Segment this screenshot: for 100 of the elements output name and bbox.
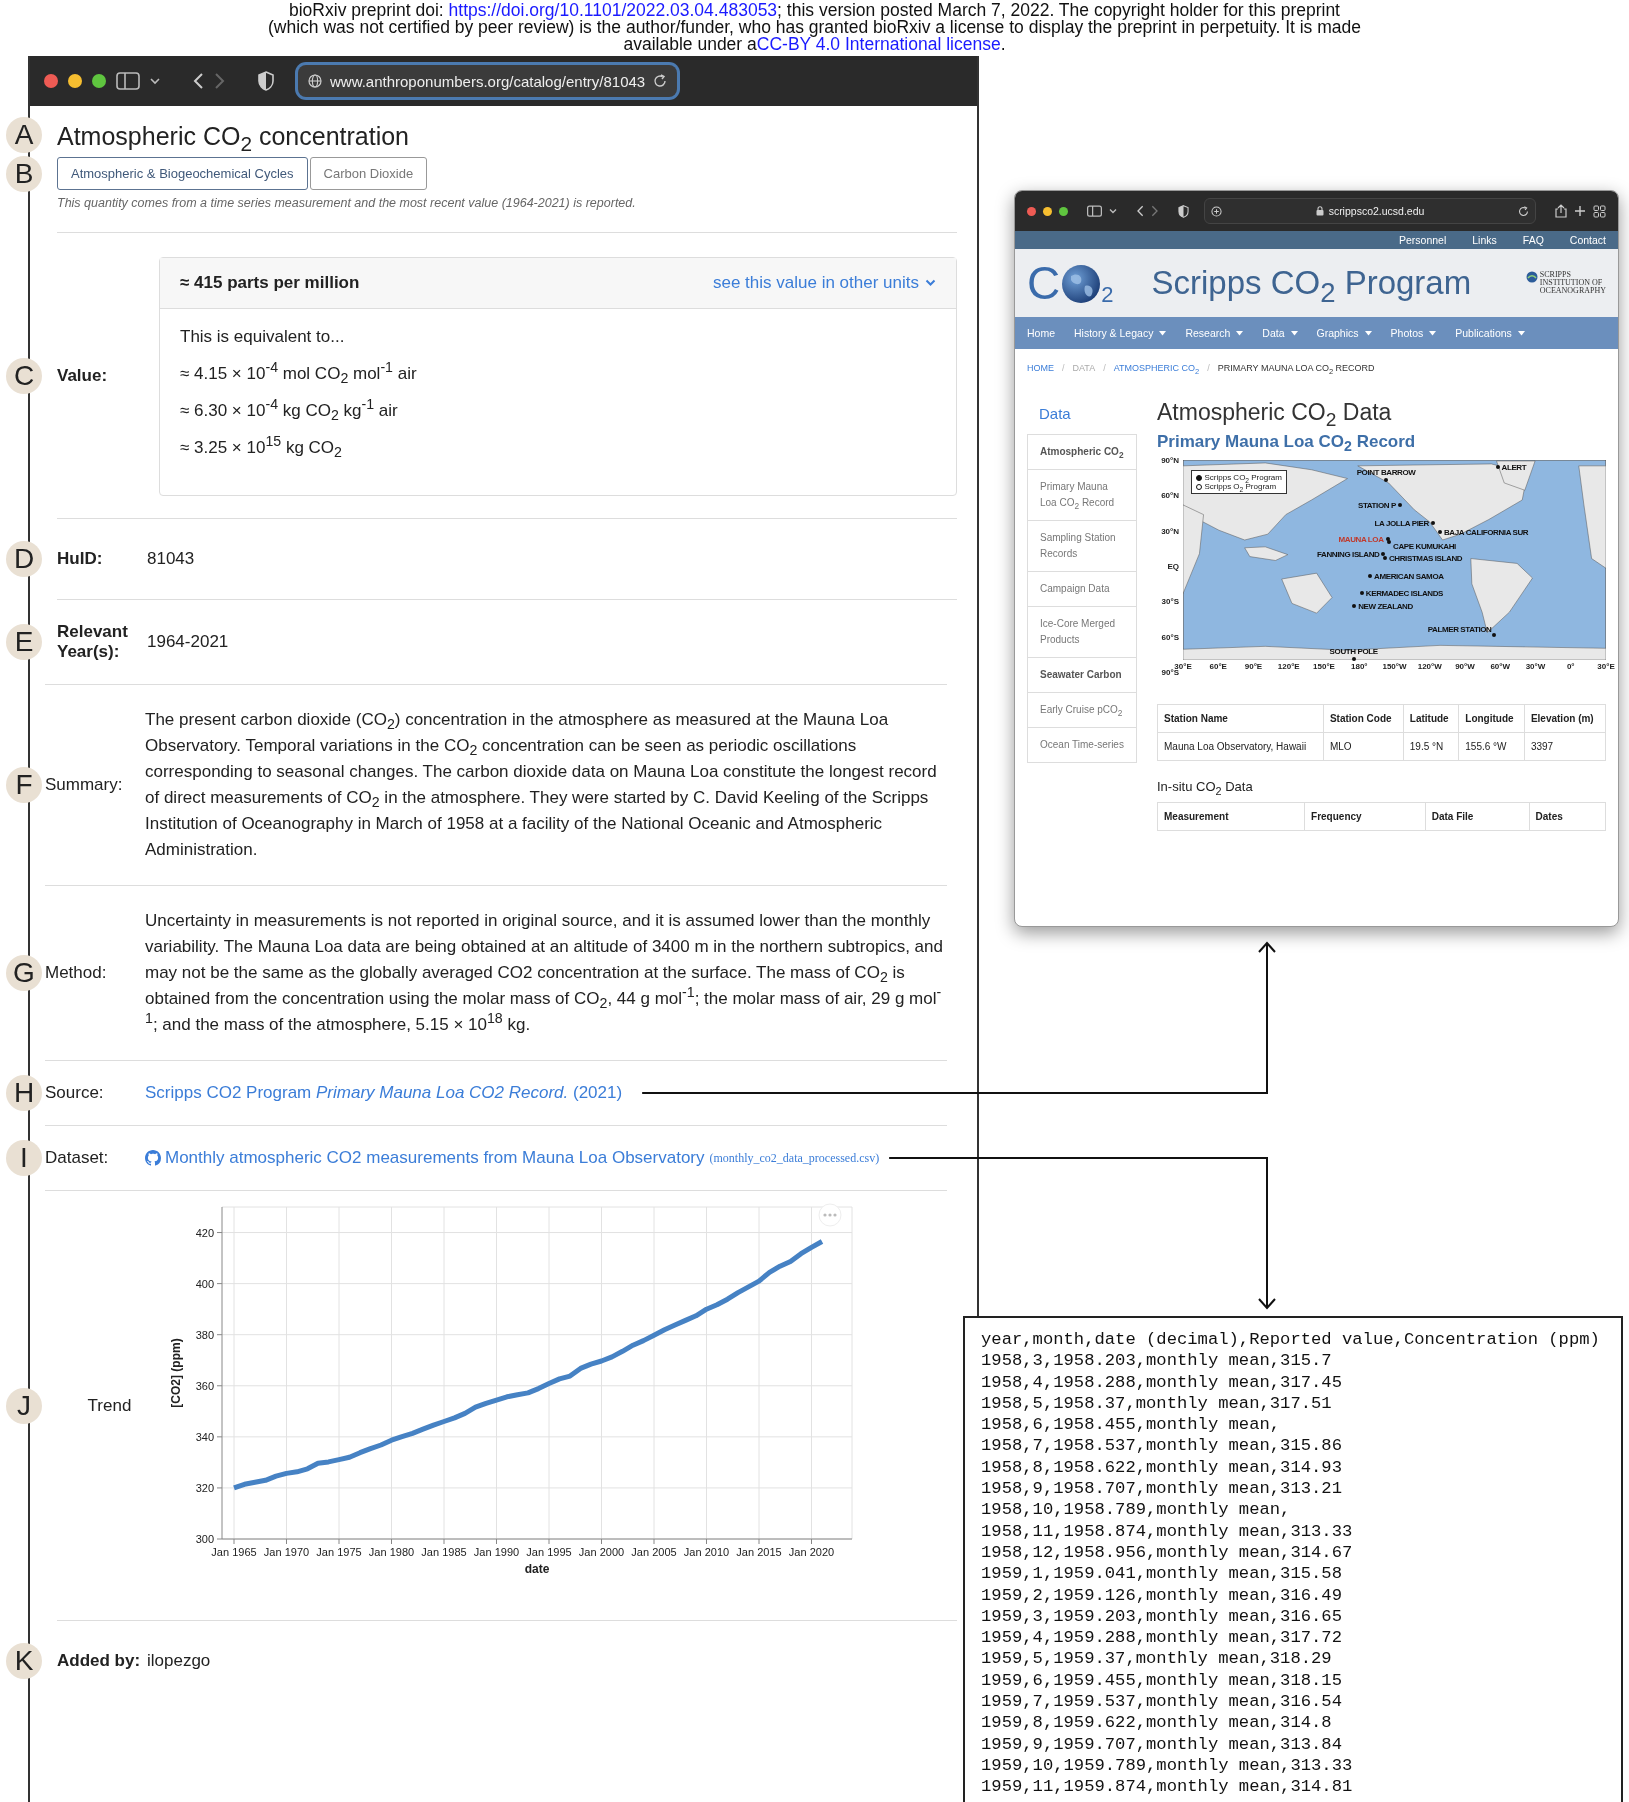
nav-item[interactable]: Graphics bbox=[1316, 327, 1372, 339]
csv-line: year,month,date (decimal),Reported value,Concentration (ppm) bbox=[981, 1329, 1601, 1351]
breadcrumb-separator: / bbox=[1207, 363, 1210, 373]
top-link[interactable]: Personnel bbox=[1399, 234, 1447, 246]
station-label: LA JOLLA PIER bbox=[1374, 518, 1429, 528]
station-dot bbox=[1352, 604, 1357, 609]
breadcrumb-item[interactable]: DATA bbox=[1072, 363, 1096, 373]
add-icon[interactable] bbox=[1211, 205, 1222, 217]
units-dropdown-link[interactable]: see this value in other units bbox=[713, 273, 936, 293]
y-tick-label: 380 bbox=[195, 1328, 214, 1341]
share-icon[interactable] bbox=[1555, 204, 1567, 218]
csv-line: 1959,3,1959.203,monthly mean,316.65 bbox=[981, 1605, 1343, 1628]
caret-icon bbox=[1364, 330, 1372, 336]
site-title: Scripps CO$_{2}$ Program bbox=[1151, 264, 1472, 302]
reload-icon[interactable] bbox=[1518, 205, 1529, 217]
tab-overview-icon[interactable] bbox=[1593, 204, 1606, 218]
sidebar-item[interactable]: Primary Mauna Loa CO$_{2}$ Record bbox=[1028, 469, 1136, 520]
chevron-down-icon[interactable] bbox=[1109, 208, 1117, 214]
nav-item[interactable]: History & Legacy bbox=[1074, 327, 1167, 339]
breadcrumb-item[interactable]: ATMOSPHERIC CO$_{2}$ bbox=[1113, 363, 1200, 373]
sidebar-item[interactable]: Early Cruise pCO$_{2}$ bbox=[1028, 692, 1136, 727]
institution-logo-icon bbox=[1525, 271, 1538, 283]
breadcrumb-item[interactable]: PRIMARY MAUNA LOA CO$_{2}$ RECORD bbox=[1217, 363, 1375, 373]
forward-icon[interactable] bbox=[1151, 205, 1159, 217]
y-axis-title: [CO2] (ppm) bbox=[169, 1338, 183, 1408]
notice-link[interactable]: https://doi.org/10.1101/2022.03.04.483053 bbox=[448, 0, 778, 20]
longitude-label: 60°E bbox=[1209, 662, 1227, 671]
reload-icon[interactable] bbox=[653, 74, 668, 88]
sidebar-item[interactable]: Sampling Station Records bbox=[1028, 520, 1136, 571]
column-header: Station Code bbox=[1323, 704, 1404, 733]
sidebar-item[interactable]: Atmospheric CO$_{2}$ bbox=[1028, 435, 1136, 469]
station-dot bbox=[1368, 573, 1373, 578]
back-icon[interactable] bbox=[192, 72, 204, 90]
close-button[interactable] bbox=[44, 74, 58, 88]
minimize-button[interactable] bbox=[1043, 206, 1052, 216]
field-label: Source: bbox=[45, 1083, 105, 1103]
sidebar-item[interactable]: Campaign Data bbox=[1028, 571, 1136, 606]
column-header: Elevation (m) bbox=[1524, 704, 1606, 733]
maximize-button[interactable] bbox=[1059, 206, 1068, 216]
chevron-down-icon[interactable] bbox=[150, 77, 160, 85]
breadcrumb-item[interactable]: HOME bbox=[1027, 363, 1054, 373]
table-cell: 3397 bbox=[1524, 732, 1606, 761]
station-label: MAUNA LOA bbox=[1338, 534, 1384, 544]
x-tick-label: Jan 2020 bbox=[788, 1546, 835, 1558]
category-tag[interactable]: Carbon Dioxide bbox=[309, 157, 428, 190]
latitude-label: EQ bbox=[1167, 561, 1179, 571]
column-header: Data File bbox=[1425, 802, 1530, 831]
csv-line: 1959,5,1959.37,monthly mean,318.29 bbox=[981, 1648, 1333, 1670]
dataset-filename[interactable]: (monthly_co2_data_processed.csv) bbox=[709, 1150, 880, 1166]
close-button[interactable] bbox=[1027, 206, 1036, 216]
source-link[interactable]: Scripps CO2 Program Primary Mauna Loa CO2 Record. (2021) bbox=[145, 1083, 623, 1103]
panel-marker: D bbox=[6, 541, 42, 577]
station-dot bbox=[1495, 465, 1500, 470]
new-tab-icon[interactable] bbox=[1574, 205, 1586, 217]
station-label: SOUTH POLE bbox=[1329, 647, 1378, 657]
station-label: BAJA CALIFORNIA SUR bbox=[1444, 527, 1529, 537]
csv-line: 1959,4,1959.288,monthly mean,317.72 bbox=[981, 1627, 1343, 1649]
category-tag[interactable]: Atmospheric & Biogeochemical Cycles bbox=[57, 157, 308, 190]
legend-label: Scripps O$_{2}$ Program bbox=[1204, 482, 1277, 491]
x-tick-label: Jan 2005 bbox=[631, 1546, 677, 1558]
csv-line: 1958,3,1958.203,monthly mean,315.7 bbox=[981, 1350, 1333, 1372]
shield-icon[interactable] bbox=[258, 71, 274, 91]
address-bar[interactable]: scrippsco2.ucsd.edu bbox=[1204, 198, 1536, 224]
equivalent-value: ≈ 6.30 × 10$^{-4}$ kg CO$_{2}$ kg$^{-1}$ air bbox=[180, 401, 399, 421]
institution-name: INSTITUTION OF bbox=[1539, 279, 1604, 287]
dataset-link[interactable]: Monthly atmospheric CO2 measurements from Mauna Loa Observatory bbox=[145, 1148, 705, 1168]
nav-item[interactable]: Home bbox=[1027, 327, 1055, 339]
minimize-button[interactable] bbox=[68, 74, 82, 88]
csv-line: 1958,4,1958.288,monthly mean,317.45 bbox=[981, 1371, 1343, 1393]
x-tick-label: Jan 2010 bbox=[683, 1546, 730, 1558]
station-dot bbox=[1384, 478, 1388, 483]
maximize-button[interactable] bbox=[92, 74, 106, 88]
x-axis-title: date bbox=[524, 1562, 550, 1576]
panel-marker: I bbox=[6, 1140, 42, 1176]
sidebar-icon[interactable] bbox=[116, 72, 140, 90]
nav-item[interactable]: Photos bbox=[1390, 327, 1437, 339]
sidebar-icon[interactable] bbox=[1087, 205, 1102, 217]
nav-item[interactable]: Research bbox=[1185, 327, 1244, 339]
sidebar-item[interactable]: Ocean Time-series bbox=[1028, 727, 1136, 762]
top-link[interactable]: FAQ bbox=[1522, 234, 1544, 246]
nav-item[interactable]: Data bbox=[1262, 327, 1298, 339]
shield-icon[interactable] bbox=[1178, 204, 1189, 218]
nav-item[interactable]: Publications bbox=[1455, 327, 1525, 339]
station-label: ALERT bbox=[1501, 462, 1527, 472]
back-icon[interactable] bbox=[1136, 205, 1144, 217]
x-tick-label: Jan 1965 bbox=[211, 1546, 257, 1558]
sidebar-item[interactable]: Seawater Carbon bbox=[1028, 657, 1136, 692]
csv-line: 1958,10,1958.789,monthly mean, bbox=[981, 1499, 1292, 1521]
top-link[interactable]: Contact bbox=[1569, 234, 1606, 246]
address-bar[interactable]: www.anthroponumbers.org/catalog/entry/81043 bbox=[298, 65, 678, 97]
equivalent-value: ≈ 3.25 × 10$^{15}$ kg CO$_{2}$ bbox=[180, 438, 343, 458]
x-tick-label: Jan 1985 bbox=[421, 1546, 467, 1558]
field-paragraph: The present carbon dioxide (CO$_{2}$) concentration in the atmosphere as measured at the Mauna Loa Observatory. Temporal variations in the CO$_{2}$ concentration can be seen as periodic oscillations corresponding to seasonal changes. The carbon dioxide data on Mauna Loa constitute the longest record of direct measurements of CO$_{2}$ in the atmosphere. They were started by C. David Keeling of the Scripps Institution of Oceanography in March of 1958 at a facility of the National Oceanic and Atmospheric Administration. bbox=[145, 709, 938, 861]
forward-icon[interactable] bbox=[214, 72, 226, 90]
top-link[interactable]: Links bbox=[1472, 234, 1497, 246]
preprint-notice: bioRxiv preprint doi: https://doi.org/10.1101/2022.03.04.483053; this version posted March 7, 2022. The copyright holder for this preprint bbox=[289, 2, 1340, 19]
sidebar-item[interactable]: Ice-Core Merged Products bbox=[1028, 606, 1136, 657]
x-tick-label: Jan 1970 bbox=[263, 1546, 310, 1558]
legend-marker bbox=[1196, 483, 1203, 490]
globe-drawing bbox=[1061, 264, 1102, 304]
